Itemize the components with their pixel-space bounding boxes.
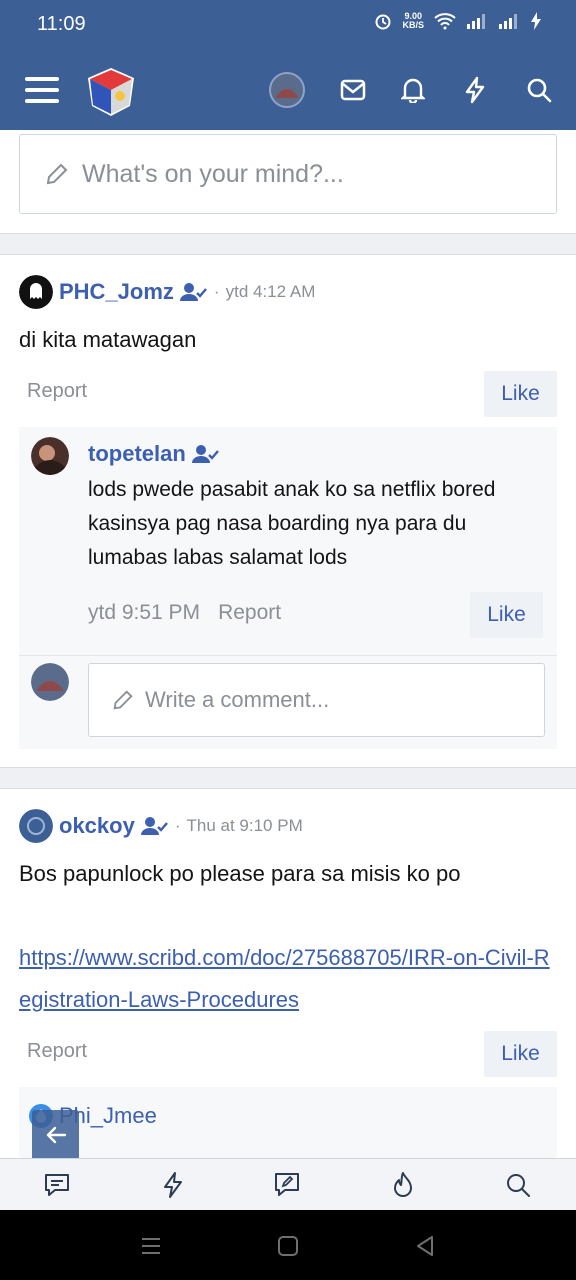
profile-post: okckoy · Thu at 9:10 PM Bos papunlock po… (0, 788, 576, 1161)
comment-username[interactable]: topetelan (88, 441, 186, 467)
comment-divider (19, 655, 557, 656)
avatar[interactable] (31, 437, 69, 475)
status-icons: 9.00 KB/S (374, 12, 542, 30)
status-bar: 11:09 9.00 KB/S (0, 0, 576, 50)
report-link[interactable]: Report (27, 1040, 87, 1063)
mail-icon[interactable] (335, 72, 371, 108)
comment-like-button[interactable]: Like (470, 592, 543, 638)
post-username[interactable]: PHC_Jomz (59, 279, 174, 305)
avatar[interactable] (31, 663, 69, 701)
avatar[interactable] (19, 275, 53, 309)
divider (0, 768, 576, 788)
comments-section: topetelan lods pwede pasabit anak ko sa … (19, 427, 557, 749)
post-text: di kita matawagan (19, 327, 197, 352)
verified-user-icon (140, 817, 168, 835)
user-avatar[interactable] (269, 72, 305, 108)
post-header: PHC_Jomz · ytd 4:12 AM (19, 275, 315, 309)
speed-unit: KB/S (402, 20, 424, 30)
write-comment-placeholder: Write a comment... (145, 687, 330, 712)
system-nav-bar (0, 1210, 576, 1280)
network-speed: 9.00 KB/S (402, 12, 424, 30)
menu-icon[interactable] (24, 72, 60, 108)
avatar[interactable] (19, 809, 53, 843)
comment-header: topetelan (88, 441, 220, 467)
whats-new-tab-icon[interactable] (157, 1169, 189, 1201)
comment-text: lods pwede pasabit anak ko sa netflix bo… (88, 478, 496, 569)
app-header (0, 50, 576, 130)
alarm-icon (375, 14, 391, 30)
verified-user-icon (179, 283, 207, 301)
battery-charging-icon (531, 12, 541, 30)
post-header: okckoy · Thu at 9:10 PM (19, 809, 303, 843)
trending-tab-icon[interactable] (387, 1169, 419, 1201)
comments-section: Phi_Jmee (19, 1087, 557, 1161)
report-link[interactable]: Report (27, 380, 87, 403)
like-button[interactable]: Like (484, 1031, 557, 1077)
site-logo[interactable] (84, 64, 138, 118)
divider (0, 234, 576, 254)
forums-tab-icon[interactable] (41, 1169, 73, 1201)
post-username[interactable]: okckoy (59, 813, 135, 839)
back-button[interactable] (32, 1110, 79, 1160)
search-icon[interactable] (521, 72, 557, 108)
post-link[interactable]: https://www.scribd.com/doc/275688705/IRR… (19, 937, 559, 1021)
signal-icon (467, 14, 485, 29)
comment-time: ytd 9:51 PM (88, 601, 201, 624)
post-time: Thu at 9:10 PM (186, 816, 303, 835)
clock: 11:09 (37, 13, 86, 35)
back-nav-icon[interactable] (412, 1234, 438, 1258)
lightning-icon[interactable] (457, 72, 493, 108)
comment-report-link[interactable]: Report (218, 601, 281, 625)
profile-post: PHC_Jomz · ytd 4:12 AM di kita matawagan… (0, 254, 576, 768)
search-tab-icon[interactable] (502, 1169, 534, 1201)
post-time: ytd 4:12 AM (225, 282, 316, 301)
post-dot: · (213, 282, 220, 301)
composer-section: What's on your mind?... (0, 130, 576, 234)
arrow-left-icon (46, 1126, 66, 1144)
post-text: Bos papunlock po please para sa misis ko… (19, 861, 461, 886)
status-composer-input[interactable]: What's on your mind?... (19, 134, 557, 214)
home-icon[interactable] (275, 1234, 301, 1258)
pencil-icon (113, 690, 133, 710)
signal-icon (499, 14, 517, 29)
bell-icon[interactable] (395, 72, 431, 108)
post-thread-tab-icon[interactable] (271, 1169, 303, 1201)
like-button[interactable]: Like (484, 371, 557, 417)
bottom-tab-bar (0, 1158, 576, 1210)
comment-footer: ytd 9:51 PM Report (88, 601, 281, 625)
verified-user-icon (191, 445, 219, 463)
recent-apps-icon[interactable] (138, 1234, 164, 1258)
pencil-icon (46, 163, 68, 185)
write-comment-input[interactable]: Write a comment... (88, 663, 545, 737)
composer-placeholder: What's on your mind?... (82, 159, 344, 188)
wifi-icon (434, 13, 456, 30)
post-dot: · (174, 816, 181, 835)
